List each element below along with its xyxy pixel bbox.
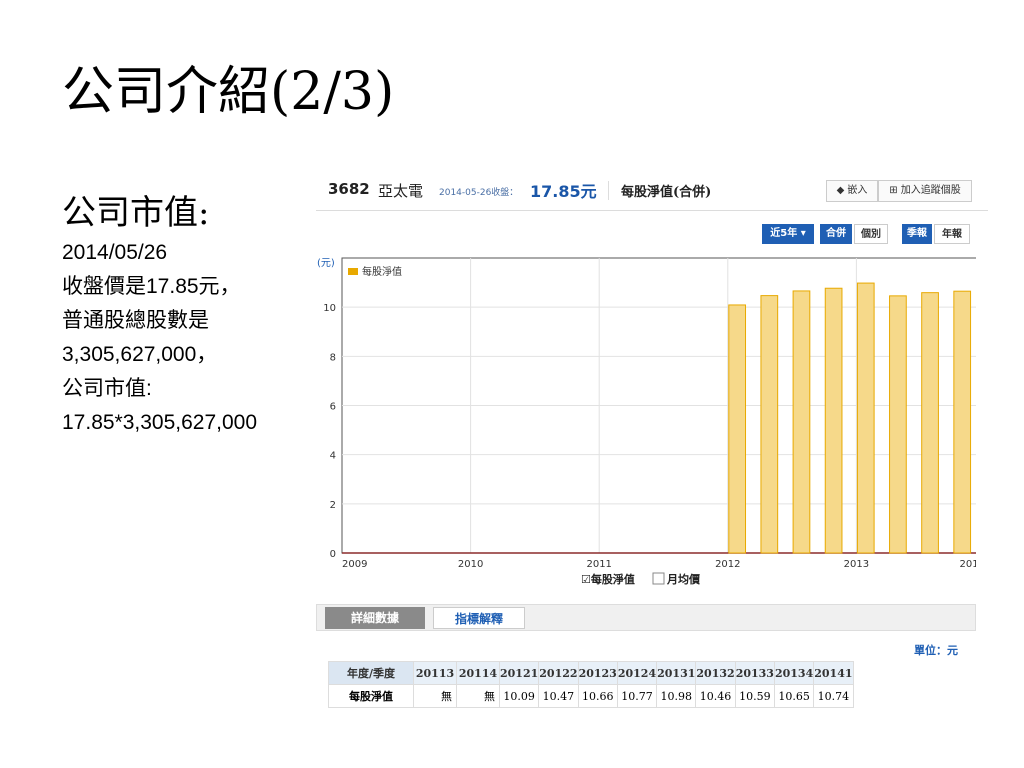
- metric-title: 每股淨值(合併): [608, 181, 711, 200]
- x-tick-label: 2012: [715, 559, 740, 570]
- slide-body: 公司市值: 2014/05/26 收盤價是17.85元， 普通股總股數是 3,3…: [62, 190, 312, 440]
- market-cap-formula-line: 17.85*3,305,627,000: [62, 411, 258, 434]
- table-cell: 10.66: [577, 684, 618, 708]
- close-date: 2014-05-26收盤：: [439, 188, 519, 198]
- x-tick-label: 2011: [586, 559, 611, 570]
- stock-code: 3682: [328, 180, 370, 198]
- tab-detail-data[interactable]: 詳細數據: [325, 607, 425, 629]
- table-row-label: 每股淨值: [328, 684, 414, 708]
- table-column-header: 20124: [616, 661, 658, 685]
- detail-tabbar: 詳細數據 指標解釋: [316, 604, 976, 631]
- y-tick-label: 10: [323, 303, 336, 314]
- table-column-header: 20113: [413, 661, 457, 685]
- x-tick-label: 2013: [844, 559, 869, 570]
- table-column-header: 20121: [498, 661, 540, 685]
- x-tick-label: 2009: [342, 559, 367, 570]
- shares-label-line: 普通股總股數是: [62, 309, 209, 332]
- individual-toggle[interactable]: 個別: [854, 224, 888, 244]
- table-cell: 10.65: [773, 684, 815, 708]
- table-corner-header: 年度/季度: [328, 661, 414, 685]
- stock-name: 亞太電: [378, 182, 424, 200]
- table-column-header: 20134: [773, 661, 815, 685]
- table-row: 每股淨值 無無 10.09 10.47 10.66 10.77 10.98 10.46 10.…: [328, 684, 854, 708]
- table-column-header: 20131: [656, 661, 697, 685]
- table-cell: 10.59: [734, 684, 775, 708]
- table-header-row: 年度/季度 20113 20114 20121 20122 20123 20124 2013…: [328, 661, 854, 685]
- table-cell: 10.74: [813, 684, 854, 708]
- annual-toggle[interactable]: 年報: [934, 224, 970, 244]
- table-cell: 10.98: [656, 684, 697, 708]
- legend-label: 每股淨值: [362, 265, 402, 278]
- table-cell: 10.09: [498, 684, 540, 708]
- stock-header: 3682 亞太電 2014-05-26收盤： 17.85元 每股淨值(合併) ◆…: [316, 170, 988, 211]
- consolidated-toggle[interactable]: 合併: [820, 224, 852, 244]
- table-column-header: 20132: [695, 661, 736, 685]
- quarterly-toggle[interactable]: 季報: [902, 224, 932, 244]
- bar-20124: [824, 287, 843, 554]
- table-cell: 10.47: [538, 684, 579, 708]
- nav-checkbox: ☑每股淨值: [581, 572, 635, 586]
- table-cell: 10.77: [616, 684, 658, 708]
- period-dropdown[interactable]: 近5年 ▾: [762, 224, 814, 244]
- date-line: 2014/05/26: [62, 241, 168, 264]
- stock-screenshot: 3682 亞太電 2014-05-26收盤： 17.85元 每股淨值(合併) ◆…: [316, 170, 988, 720]
- table-column-header: 20133: [734, 661, 775, 685]
- bar-20123: [792, 290, 811, 554]
- table-column-header: 20123: [577, 661, 618, 685]
- nav-chart: 0 2 4 6 8 10 2009 2010 2011 2012 2013 2014 (元) 每股淨值 ☑每…: [317, 257, 976, 586]
- add-to-watchlist-button[interactable]: ⊞ 加入追蹤個股: [878, 180, 972, 202]
- y-tick-label: 0: [330, 549, 336, 560]
- market-cap-label-line: 公司市值:: [62, 377, 152, 400]
- table-cell: 10.46: [695, 684, 736, 708]
- legend-swatch: [348, 268, 358, 275]
- y-tick-label: 8: [330, 352, 336, 363]
- nav-table: 年度/季度 20113 20114 20121 20122 20123 20124 2013…: [328, 661, 854, 708]
- table-column-header: 20114: [456, 661, 500, 685]
- table-column-header: 20122: [538, 661, 579, 685]
- unit-label: 單位：元: [914, 644, 958, 657]
- close-price: 17.85元: [530, 182, 597, 201]
- market-cap-heading: 公司市值:: [62, 193, 210, 233]
- tab-indicator-explanation[interactable]: 指標解釋: [433, 607, 525, 629]
- bar-20122: [760, 295, 779, 554]
- shares-value-line: 3,305,627,000，: [62, 343, 218, 366]
- bar-20134: [953, 290, 972, 554]
- bar-20121: [728, 304, 747, 554]
- embed-button[interactable]: ◆ 嵌入: [826, 180, 878, 202]
- monthly-avg-checkbox: [652, 572, 665, 585]
- monthly-avg-label: 月均價: [666, 572, 701, 586]
- table-column-header: 20141: [813, 661, 854, 685]
- y-tick-label: 6: [330, 402, 336, 413]
- x-tick-label: 2010: [458, 559, 483, 570]
- bar-20131: [856, 282, 875, 554]
- x-tick-label: 2014: [960, 559, 976, 570]
- bar-20132: [889, 295, 907, 554]
- slide-title: 公司介紹(2/3): [62, 62, 395, 122]
- table-cell: 無: [413, 684, 457, 708]
- bar-20133: [921, 292, 939, 554]
- table-cell: 無: [456, 684, 500, 708]
- y-tick-label: 4: [330, 451, 336, 462]
- y-tick-label: 2: [330, 500, 336, 511]
- y-unit-label: (元): [317, 258, 335, 269]
- close-price-line: 收盤價是17.85元，: [62, 275, 241, 298]
